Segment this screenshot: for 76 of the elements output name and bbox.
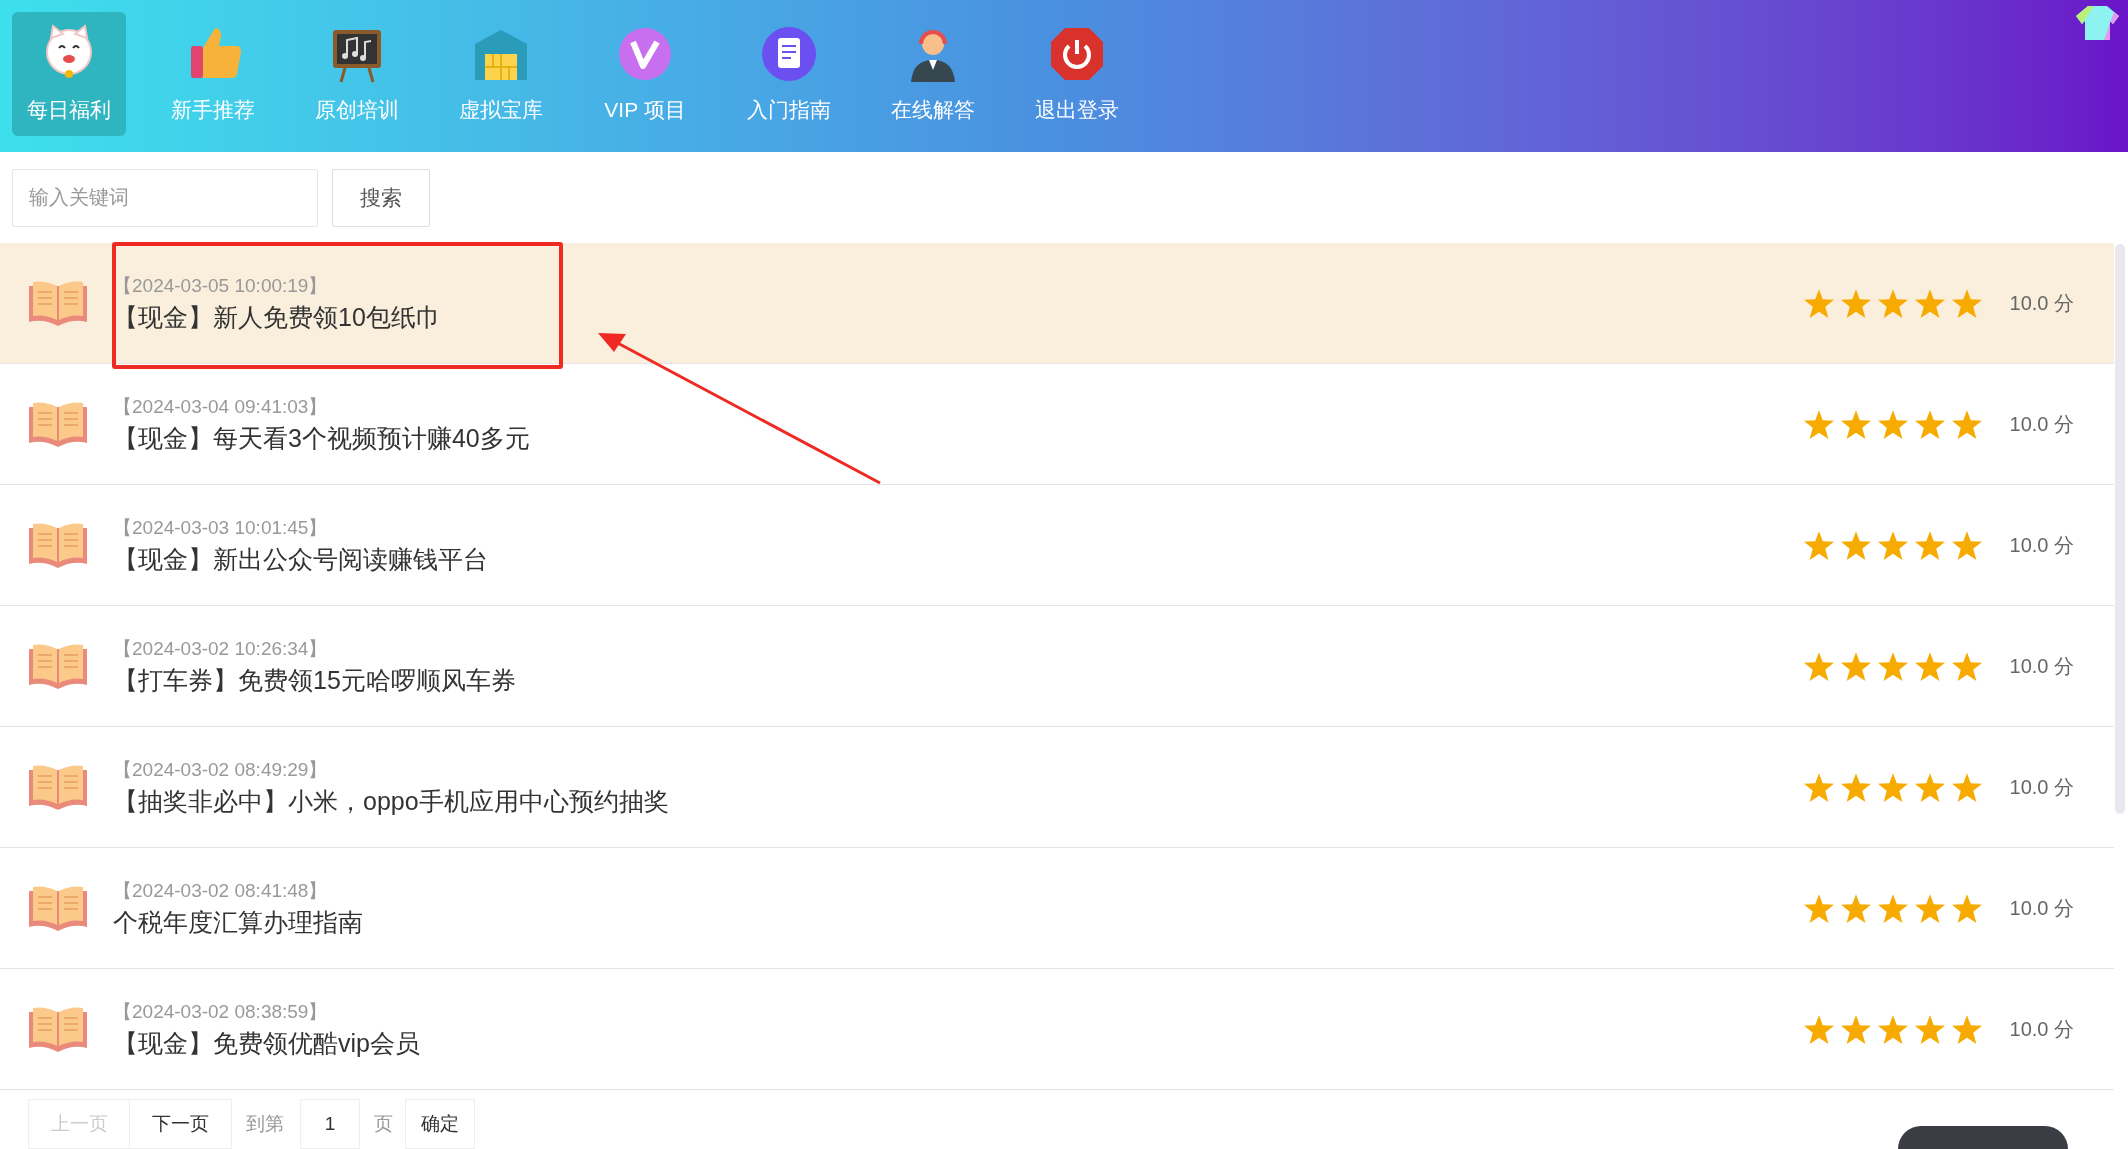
star-icon — [1951, 893, 1982, 923]
article-title[interactable]: 【现金】新人免费领10包纸巾 — [113, 300, 1804, 334]
rating-score: 10.0 分 — [2009, 412, 2074, 437]
nav-label: 虚拟宝库 — [459, 97, 543, 123]
star-icon — [1877, 1014, 1908, 1044]
nav-label: 原创培训 — [315, 97, 399, 123]
rating-score: 10.0 分 — [2009, 1017, 2074, 1042]
article-title[interactable]: 【打车券】免费领15元哈啰顺风车券 — [113, 663, 1804, 697]
nav-label: 退出登录 — [1035, 97, 1119, 123]
star-icon — [1951, 772, 1982, 802]
star-icon — [1803, 893, 1834, 923]
star-icon — [1840, 893, 1871, 923]
star-icon — [1951, 409, 1982, 439]
rating-score: 10.0 分 — [2009, 291, 2074, 316]
star-icon — [1840, 772, 1871, 802]
page-number-field[interactable]: 1 — [300, 1099, 360, 1149]
star-icon — [1877, 893, 1908, 923]
article-row[interactable]: 【2024-03-05 10:00:19】 【现金】新人免费领10包纸巾 10.0 分 — [0, 243, 2114, 364]
star-icon — [1914, 288, 1945, 318]
search-field[interactable]: 输入关键词 — [12, 168, 318, 227]
star-icon — [1803, 772, 1834, 802]
article-date: 【2024-03-02 10:26:34】 — [113, 637, 329, 661]
article-title[interactable]: 【现金】新出公众号阅读赚钱平台 — [113, 542, 1804, 576]
star-icon — [1840, 1014, 1871, 1044]
star-icon — [1877, 651, 1908, 681]
star-icon — [1840, 651, 1871, 681]
article-date: 【2024-03-02 08:41:48】 — [113, 879, 329, 903]
floating-widget[interactable] — [1898, 1126, 2068, 1149]
star-icon — [1951, 288, 1982, 318]
star-icon — [1803, 288, 1834, 318]
star-icon — [1840, 288, 1871, 318]
star-icon — [1877, 772, 1908, 802]
article-title[interactable]: 【现金】免费领优酷vip会员 — [113, 1026, 1804, 1060]
star-icon — [1914, 772, 1945, 802]
star-icon — [1840, 530, 1871, 560]
star-icon — [1951, 1014, 1982, 1044]
document-icon — [759, 24, 819, 84]
scrollbar[interactable] — [2115, 244, 2125, 814]
next-page-button[interactable]: 下一页 — [130, 1099, 232, 1149]
star-icon — [1914, 409, 1945, 439]
nav-label: 新手推荐 — [171, 97, 255, 123]
nav-label: VIP 项目 — [604, 97, 686, 123]
rating-score: 10.0 分 — [2009, 654, 2074, 679]
goto-label: 到第 — [246, 1111, 284, 1136]
article-title[interactable]: 个税年度汇算办理指南 — [113, 905, 1804, 939]
rating-score: 10.0 分 — [2009, 533, 2074, 558]
star-icon — [1877, 530, 1908, 560]
star-icon — [1840, 409, 1871, 439]
star-icon — [1803, 651, 1834, 681]
article-title[interactable]: 【现金】每天看3个视频预计赚40多元 — [113, 421, 1804, 455]
article-date: 【2024-03-02 08:38:59】 — [113, 1000, 329, 1024]
article-date: 【2024-03-04 09:41:03】 — [113, 395, 329, 419]
star-icon — [1877, 288, 1908, 318]
article-date: 【2024-03-03 10:01:45】 — [113, 516, 329, 540]
star-icon — [1951, 651, 1982, 681]
article-title[interactable]: 【抽奖非必中】小米，oppo手机应用中心预约抽奖 — [113, 784, 1804, 818]
shirt-icon[interactable] — [2074, 4, 2120, 42]
page-label: 页 — [374, 1111, 393, 1136]
nav-label: 在线解答 — [891, 97, 975, 123]
star-icon — [1951, 530, 1982, 560]
rating-score: 10.0 分 — [2009, 775, 2074, 800]
star-icon — [1877, 409, 1908, 439]
star-icon — [1803, 409, 1834, 439]
nav-label: 入门指南 — [747, 97, 831, 123]
nav-label: 每日福利 — [27, 97, 111, 123]
star-icon — [1914, 530, 1945, 560]
rating-score: 10.0 分 — [2009, 896, 2074, 921]
star-icon — [1914, 1014, 1945, 1044]
confirm-button[interactable]: 确定 — [405, 1099, 475, 1149]
search-button[interactable]: 搜索 — [332, 168, 430, 227]
star-icon — [1914, 651, 1945, 681]
article-date: 【2024-03-05 10:00:19】 — [113, 274, 329, 298]
article-date: 【2024-03-02 08:49:29】 — [113, 758, 329, 782]
star-icon — [1803, 1014, 1834, 1044]
star-icon — [1914, 893, 1945, 923]
star-icon — [1803, 530, 1834, 560]
